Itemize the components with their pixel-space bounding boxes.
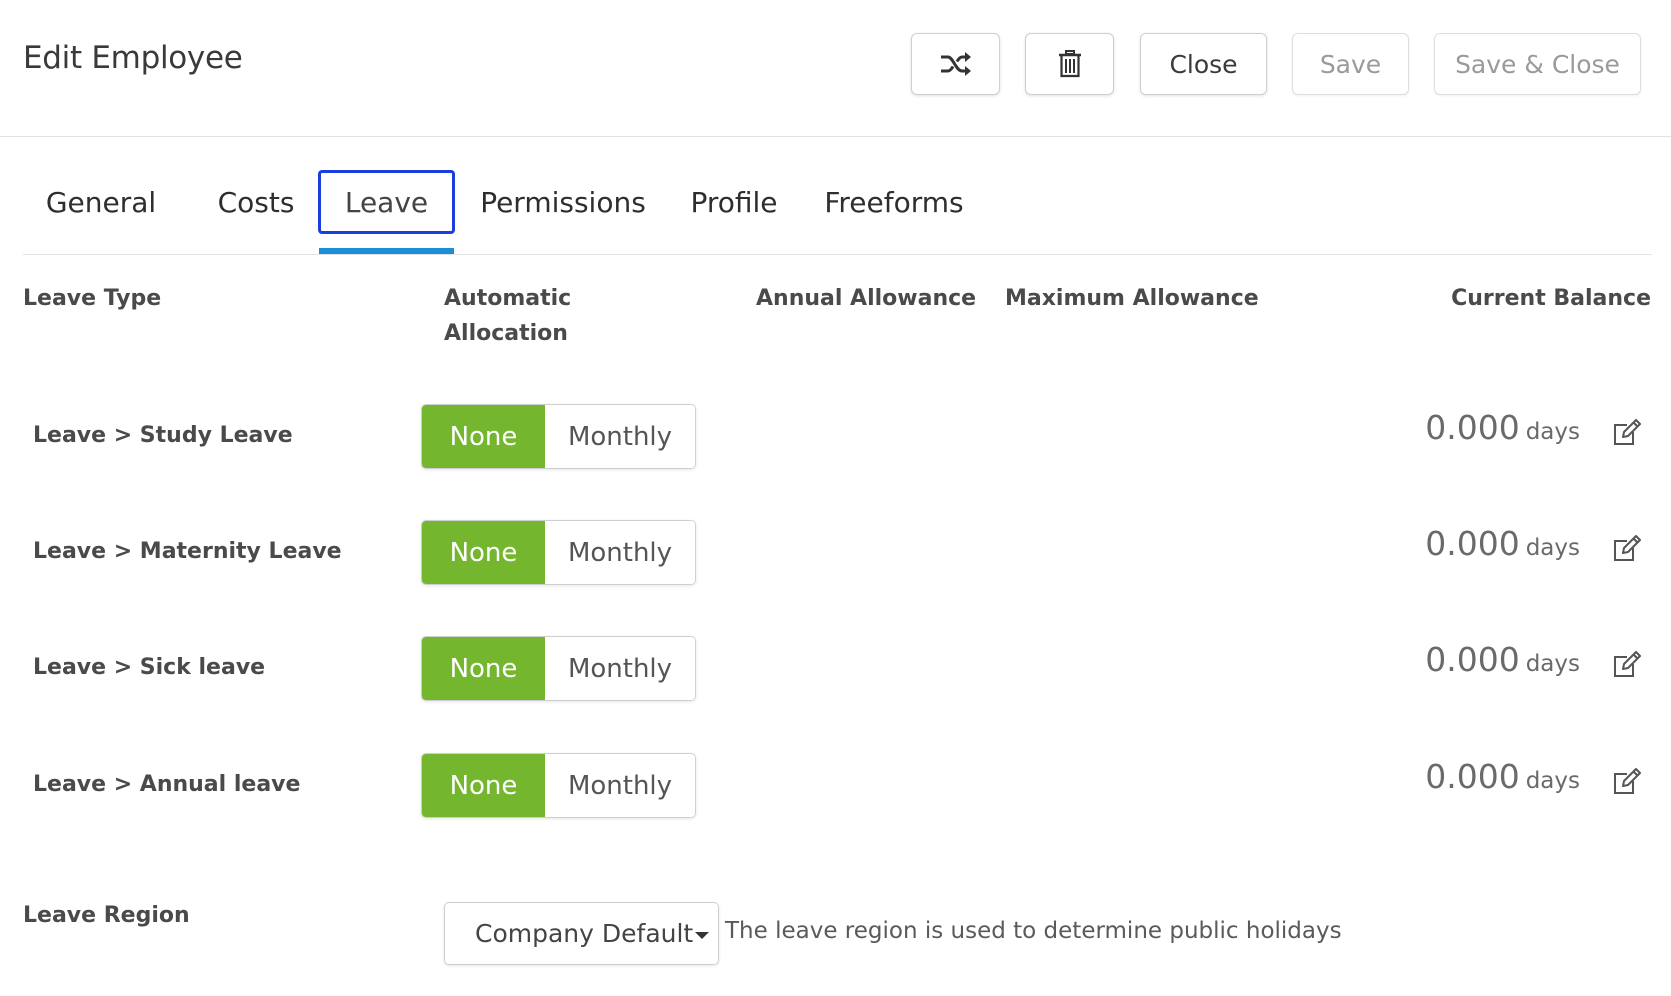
tab-permissions[interactable]: Permissions: [478, 170, 648, 234]
edit-icon[interactable]: [1613, 418, 1641, 446]
balance-value: 0.000: [1425, 640, 1520, 679]
balance-value: 0.000: [1425, 408, 1520, 447]
save-and-close-button[interactable]: Save & Close: [1434, 33, 1641, 95]
balance-value: 0.000: [1425, 757, 1520, 796]
allocation-monthly-option[interactable]: Monthly: [545, 521, 695, 584]
tab-freeforms[interactable]: Freeforms: [820, 170, 968, 234]
allocation-toggle: None Monthly: [421, 636, 696, 701]
tab-profile[interactable]: Profile: [681, 170, 787, 234]
allocation-none-option[interactable]: None: [422, 754, 545, 817]
leave-type-label: Leave > Maternity Leave: [33, 539, 342, 564]
close-button[interactable]: Close: [1140, 33, 1267, 95]
edit-icon[interactable]: [1613, 767, 1641, 795]
leave-region-select[interactable]: Company Default: [444, 902, 719, 965]
allocation-monthly-option[interactable]: Monthly: [545, 405, 695, 468]
page-title: Edit Employee: [23, 40, 243, 76]
delete-button[interactable]: [1025, 33, 1114, 95]
current-balance: 0.000 days: [1425, 757, 1580, 796]
allocation-none-option[interactable]: None: [422, 637, 545, 700]
allocation-none-option[interactable]: None: [422, 521, 545, 584]
balance-value: 0.000: [1425, 524, 1520, 563]
column-header-maximum-allowance: Maximum Allowance: [1005, 286, 1259, 311]
balance-unit: days: [1525, 419, 1580, 445]
balance-unit: days: [1525, 768, 1580, 794]
column-header-automatic-allocation: Automatic Allocation: [444, 281, 571, 351]
leave-type-label: Leave > Annual leave: [33, 772, 301, 797]
edit-icon[interactable]: [1613, 650, 1641, 678]
current-balance: 0.000 days: [1425, 524, 1580, 563]
current-balance: 0.000 days: [1425, 640, 1580, 679]
allocation-toggle: None Monthly: [421, 404, 696, 469]
save-button[interactable]: Save: [1292, 33, 1409, 95]
column-header-current-balance: Current Balance: [1451, 286, 1651, 311]
column-header-leave-type: Leave Type: [23, 286, 162, 311]
shuffle-icon: [940, 52, 971, 76]
trash-icon: [1058, 50, 1081, 78]
column-header-automatic-allocation-line2: Allocation: [444, 321, 568, 346]
allocation-monthly-option[interactable]: Monthly: [545, 754, 695, 817]
allocation-none-option[interactable]: None: [422, 405, 545, 468]
tab-leave[interactable]: Leave: [318, 170, 455, 234]
allocation-toggle: None Monthly: [421, 753, 696, 818]
tab-general[interactable]: General: [23, 170, 179, 234]
current-balance: 0.000 days: [1425, 408, 1580, 447]
allocation-toggle: None Monthly: [421, 520, 696, 585]
balance-unit: days: [1525, 651, 1580, 677]
leave-region-label: Leave Region: [23, 903, 190, 928]
column-header-automatic-allocation-line1: Automatic: [444, 286, 572, 311]
caret-down-icon: [695, 931, 710, 939]
active-tab-indicator: [319, 248, 454, 254]
leave-region-selected-value: Company Default: [475, 919, 694, 948]
tab-bar: General Costs Leave Permissions Profile …: [23, 170, 1652, 255]
leave-region-hint: The leave region is used to determine pu…: [725, 918, 1342, 944]
leave-type-label: Leave > Study Leave: [33, 423, 293, 448]
column-header-annual-allowance: Annual Allowance: [756, 286, 977, 311]
tab-costs[interactable]: Costs: [198, 170, 314, 234]
balance-unit: days: [1525, 535, 1580, 561]
allocation-monthly-option[interactable]: Monthly: [545, 637, 695, 700]
edit-icon[interactable]: [1613, 534, 1641, 562]
shuffle-button[interactable]: [911, 33, 1000, 95]
header-bar: Edit Employee Close Save Save & Close: [0, 0, 1671, 137]
leave-type-label: Leave > Sick leave: [33, 655, 266, 680]
